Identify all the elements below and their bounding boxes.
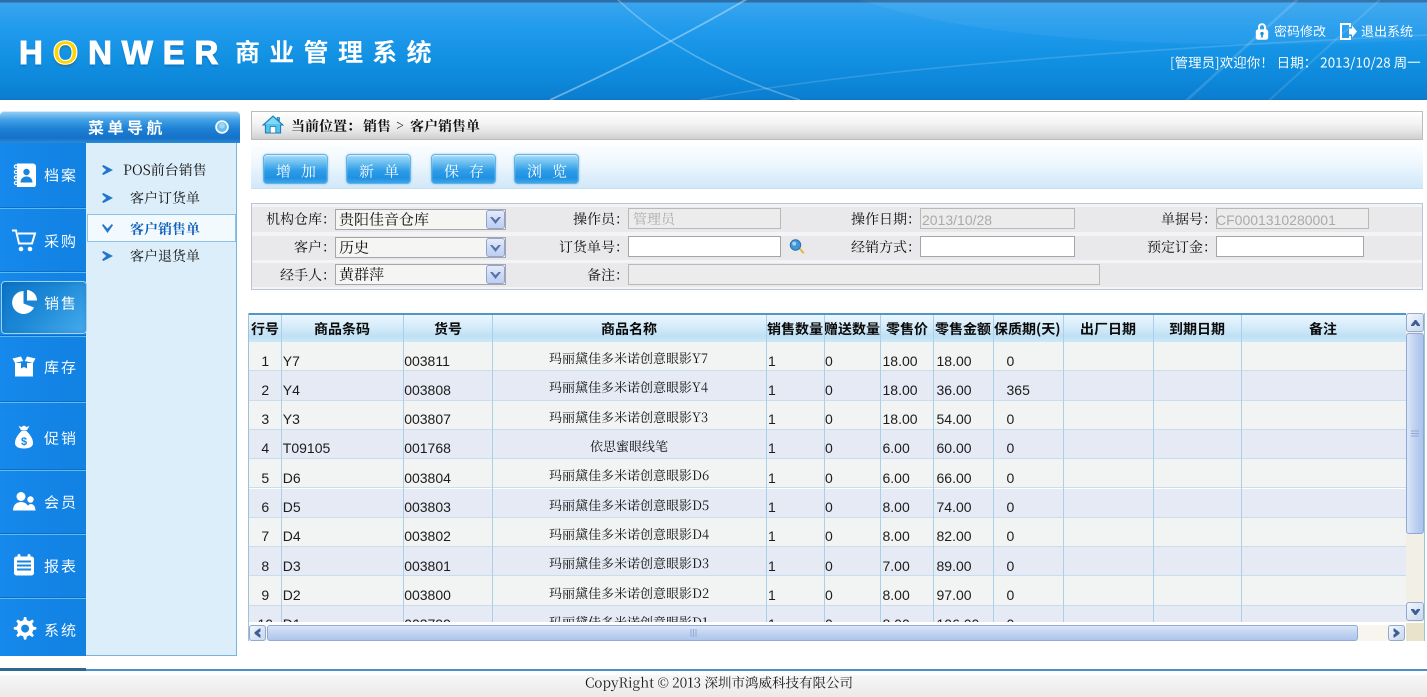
svg-text:$: $ [21,436,27,448]
